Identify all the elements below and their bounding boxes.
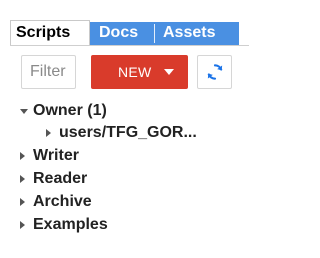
new-button-label: NEW: [118, 64, 152, 80]
tab-separator: [154, 24, 155, 43]
tab-assets[interactable]: Assets: [158, 22, 238, 45]
scripts-panel: Scripts Docs Assets NEW Owner (1) users/…: [10, 16, 249, 258]
collapsed-triangle-icon: [46, 129, 51, 137]
tree-node-label: users/TFG_GOR...: [59, 124, 197, 141]
refresh-button[interactable]: [197, 55, 232, 89]
tab-scripts[interactable]: Scripts: [10, 20, 90, 45]
collapsed-triangle-icon: [20, 152, 25, 160]
tree-node-label: Examples: [33, 216, 108, 233]
tree-node-label: Archive: [33, 193, 92, 210]
caret-down-icon: [164, 69, 174, 75]
tab-bar: Scripts Docs Assets: [10, 16, 249, 45]
tree-node-label: Owner (1): [33, 102, 107, 119]
tree-node-label: Reader: [33, 170, 88, 187]
tab-docs[interactable]: Docs: [94, 22, 154, 45]
filter-input[interactable]: [21, 55, 76, 89]
toolbar: NEW: [10, 45, 249, 93]
expanded-triangle-icon: [20, 109, 28, 114]
tree-node-label: Writer: [33, 147, 79, 164]
new-button[interactable]: NEW: [91, 55, 188, 89]
collapsed-triangle-icon: [20, 221, 25, 229]
refresh-icon: [207, 64, 223, 80]
collapsed-triangle-icon: [20, 198, 25, 206]
collapsed-triangle-icon: [20, 175, 25, 183]
